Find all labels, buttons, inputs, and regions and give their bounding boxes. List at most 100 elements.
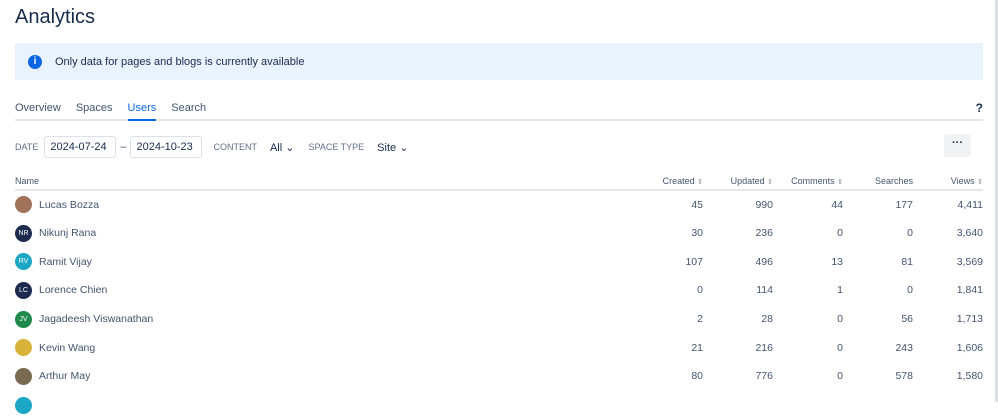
searches-cell: 0 bbox=[907, 227, 913, 240]
comments-cell: 44 bbox=[831, 198, 843, 211]
info-icon: i bbox=[28, 54, 42, 69]
space-type-value: Site bbox=[377, 141, 397, 154]
column-header-name: Name bbox=[15, 172, 633, 191]
column-header-updated[interactable]: Updated ⇕ bbox=[703, 172, 773, 191]
more-options-button[interactable]: ··· bbox=[944, 134, 971, 157]
avatar bbox=[15, 196, 32, 214]
page-title: Analytics bbox=[15, 6, 96, 28]
help-button[interactable]: ? bbox=[976, 101, 983, 115]
end-date-input[interactable]: 2024-10-23 bbox=[130, 136, 203, 158]
name-cell: Lucas Bozza bbox=[15, 190, 633, 219]
column-header-comments[interactable]: Comments ⇕ bbox=[773, 172, 843, 191]
comments-cell: 13 bbox=[831, 255, 843, 268]
created-cell: 80 bbox=[691, 370, 703, 383]
table-row[interactable]: RV Ramit Vijay 107 496 13 81 3,569 bbox=[15, 247, 983, 276]
name-cell: LC Lorence Chien bbox=[15, 276, 633, 305]
comments-cell: 0 bbox=[837, 227, 843, 240]
tab-overview[interactable]: Overview bbox=[15, 96, 61, 121]
updated-cell: 776 bbox=[755, 370, 773, 383]
column-header-views[interactable]: Views ⇕ bbox=[913, 172, 983, 191]
table-row[interactable]: Lucas Bozza 45 990 44 177 4,411 bbox=[15, 190, 983, 219]
name-cell bbox=[15, 391, 633, 420]
views-cell: 1,713 bbox=[956, 313, 983, 326]
space-type-select[interactable]: Site ⌄ bbox=[377, 141, 408, 154]
avatar bbox=[15, 339, 32, 357]
user-name[interactable]: Ramit Vijay bbox=[39, 256, 92, 268]
user-name[interactable]: Lucas Bozza bbox=[39, 199, 99, 211]
name-cell: Kevin Wang bbox=[15, 333, 633, 362]
name-cell: JV Jagadeesh Viswanathan bbox=[15, 305, 633, 334]
views-cell: 1,580 bbox=[956, 370, 983, 383]
comments-cell: 1 bbox=[837, 284, 843, 297]
table-row[interactable]: Arthur May 80 776 0 578 1,580 bbox=[15, 362, 983, 391]
column-label: Views bbox=[950, 175, 975, 186]
column-label: Updated bbox=[730, 175, 765, 186]
start-date-input[interactable]: 2024-07-24 bbox=[44, 136, 117, 158]
user-name[interactable]: Arthur May bbox=[39, 370, 90, 382]
sort-icon: ⇕ bbox=[767, 178, 773, 186]
updated-cell: 216 bbox=[755, 341, 773, 354]
name-cell: Arthur May bbox=[15, 362, 633, 391]
views-cell: 3,569 bbox=[956, 255, 983, 268]
searches-cell: 56 bbox=[901, 313, 913, 326]
avatar: NR bbox=[15, 224, 32, 242]
column-label: Searches bbox=[874, 175, 913, 186]
tab-search[interactable]: Search bbox=[171, 96, 206, 121]
content-value: All bbox=[269, 141, 283, 154]
searches-cell: 243 bbox=[895, 341, 913, 354]
user-name[interactable]: Lorence Chien bbox=[39, 284, 107, 296]
updated-cell: 28 bbox=[761, 313, 773, 326]
comments-cell: 0 bbox=[837, 341, 843, 354]
banner-text: Only data for pages and blogs is current… bbox=[55, 55, 305, 68]
table-row[interactable]: LC Lorence Chien 0 114 1 0 1,841 bbox=[15, 276, 983, 305]
filters: DATE 2024-07-24 – 2024-10-23 CONTENT All… bbox=[15, 136, 422, 158]
views-cell: 3,640 bbox=[956, 227, 983, 240]
chevron-down-icon: ⌄ bbox=[285, 141, 295, 154]
created-cell: 2 bbox=[697, 313, 703, 326]
space-type-label: SPACE TYPE bbox=[308, 142, 365, 152]
user-name[interactable]: Nikunj Rana bbox=[39, 227, 96, 239]
user-name[interactable]: Kevin Wang bbox=[39, 342, 95, 354]
comments-cell: 0 bbox=[837, 313, 843, 326]
searches-cell: 578 bbox=[895, 370, 913, 383]
created-cell: 107 bbox=[685, 255, 703, 268]
content-select[interactable]: All ⌄ bbox=[270, 141, 295, 154]
column-label: Created bbox=[662, 175, 695, 186]
sort-icon: ⇕ bbox=[837, 178, 843, 186]
users-table: Name Created ⇕ Updated ⇕ Comments ⇕ Searches… bbox=[15, 172, 983, 420]
chevron-down-icon: ⌄ bbox=[399, 141, 409, 154]
avatar: RV bbox=[15, 253, 32, 271]
column-label: Comments bbox=[791, 175, 835, 186]
table-row[interactable]: NR Nikunj Rana 30 236 0 0 3,640 bbox=[15, 219, 983, 248]
avatar: LC bbox=[15, 281, 32, 299]
table-row[interactable]: Kevin Wang 21 216 0 243 1,606 bbox=[15, 333, 983, 362]
views-cell: 1,606 bbox=[956, 341, 983, 354]
sort-icon: ⇕ bbox=[697, 178, 703, 186]
column-header-created[interactable]: Created ⇕ bbox=[633, 172, 703, 191]
comments-cell: 0 bbox=[837, 370, 843, 383]
avatar: JV bbox=[15, 310, 32, 328]
views-cell: 4,411 bbox=[957, 198, 984, 211]
date-label: DATE bbox=[15, 142, 39, 152]
info-banner: i Only data for pages and blogs is curre… bbox=[15, 43, 983, 80]
sort-icon: ⇕ bbox=[977, 178, 983, 186]
updated-cell: 114 bbox=[756, 284, 773, 297]
tab-users[interactable]: Users bbox=[127, 96, 157, 121]
table-row[interactable] bbox=[15, 391, 983, 420]
table-row[interactable]: JV Jagadeesh Viswanathan 2 28 0 56 1,713 bbox=[15, 305, 983, 334]
avatar bbox=[15, 396, 32, 414]
user-name[interactable]: Jagadeesh Viswanathan bbox=[39, 313, 153, 325]
searches-cell: 81 bbox=[901, 255, 913, 268]
created-cell: 30 bbox=[691, 227, 703, 240]
content-label: CONTENT bbox=[213, 142, 257, 152]
tab-spaces[interactable]: Spaces bbox=[76, 96, 113, 121]
tab-bar: Overview Spaces Users Search ? bbox=[15, 96, 983, 121]
updated-cell: 236 bbox=[755, 227, 773, 240]
created-cell: 45 bbox=[691, 198, 703, 211]
created-cell: 21 bbox=[691, 341, 703, 354]
updated-cell: 990 bbox=[755, 198, 773, 211]
updated-cell: 496 bbox=[755, 255, 773, 268]
name-cell: NR Nikunj Rana bbox=[15, 219, 633, 248]
searches-cell: 0 bbox=[907, 284, 913, 297]
date-separator: – bbox=[120, 141, 127, 153]
